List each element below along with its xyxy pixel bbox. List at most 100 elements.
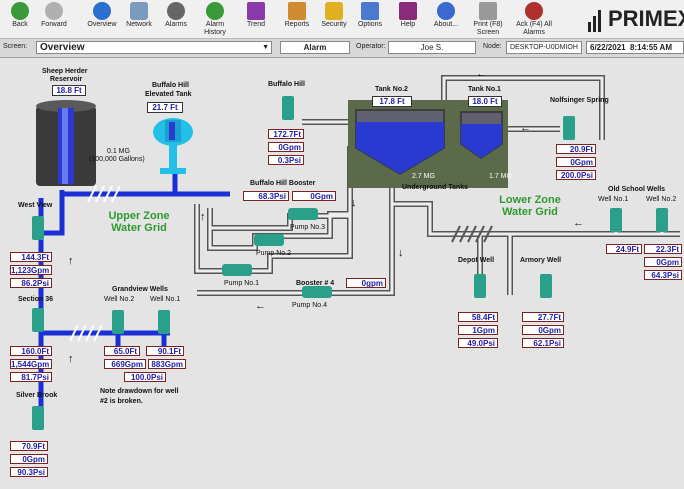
overview-button[interactable]: Overview [84,2,120,36]
section36-flow: 1,544Gpm [10,359,52,369]
depot-well-title: Depot Well [458,257,495,264]
flow-arrow-left-icon: ← [520,122,531,134]
pump-no2-label: Pump No.2 [256,250,292,257]
tank1-capacity: 1.7 MG [489,173,512,180]
depot-well-pressure: 49.0Psi [458,338,498,348]
grandview-well2-level: 65.0Ft [104,346,140,356]
tank2-level: 17.8 Ft [372,96,412,107]
chevron-down-icon: ▼ [262,44,269,51]
buffalo-hill-well-level: 172.7Ft [268,129,304,139]
old-school-wells-title: Old School Wells [608,186,666,193]
buffalo-hill-tank-subtitle: Elevated Tank [145,91,192,98]
grandview-well2-pump[interactable] [112,310,124,334]
logo-text: PRIMEX [608,6,684,31]
booster-flow: 0Gpm [292,191,336,201]
alarms-button[interactable]: Alarms [158,2,194,36]
trend-icon [247,2,265,20]
pump-no4[interactable] [302,286,332,298]
pump-no2[interactable] [254,234,284,246]
upper-zone-label: Upper Zone Water Grid [104,210,174,234]
reports-icon [288,2,306,20]
print-screen-button[interactable]: Print (F8) Screen [468,2,508,36]
old-school-well2-level: 22.3Ft [644,244,682,254]
grandview-pressure: 100.0Psi [124,372,166,382]
section36-level: 160.0Ft [10,346,52,356]
silver-brook-level: 70.9Ft [10,441,48,451]
booster4-flow: 0gpm [346,278,386,288]
help-button[interactable]: Help [390,2,426,36]
flow-arrow-left-icon: ← [255,300,266,312]
grandview-well2-flow: 669Gpm [104,359,146,369]
node-field: DESKTOP-U0DMIOH [506,41,582,54]
buffalo-hill-well-pump[interactable] [282,96,294,120]
datetime-field: 6/22/2021 8:14:55 AM [586,41,684,54]
ack-all-alarms-button[interactable]: Ack (F4) All Alarms [512,2,556,36]
time-value: 8:14:55 AM [630,43,672,52]
section36-pump[interactable] [32,308,44,332]
nolfsinger-flow: 0Gpm [556,157,596,167]
old-school-well1-label: Well No.1 [598,196,629,203]
alarm-indicator-label: Alarm [303,43,327,52]
old-school-well2-pump[interactable] [656,208,668,232]
grandview-well1-flow: 883Gpm [148,359,186,369]
buffalo-hill-tank-level: 21.7 Ft [147,102,183,113]
globe-icon [93,2,111,20]
pipe-network [36,75,680,428]
scada-overview-canvas: ← ← ↓ ↓ ↑ ← ← ↑ ↑ Sheep Herder Reservoir… [0,58,684,489]
armory-well-pressure: 62.1Psi [522,338,564,348]
print-icon [479,2,497,20]
alarm-history-icon [206,2,224,20]
tank1-level: 18.0 Ft [468,96,502,107]
network-button[interactable]: Network [121,2,157,36]
nolfsinger-pressure: 200.0Psi [556,170,596,180]
silver-brook-pressure: 90.3Psi [10,467,48,477]
flow-arrow-up-icon: ↑ [68,255,74,267]
booster-pressure: 68.3Psi [243,191,289,201]
operator-value: Joe S. [420,43,444,52]
pump-no1-label: Pump No.1 [224,280,260,287]
back-button[interactable]: Back [2,2,38,36]
depot-well-level: 58.4Ft [458,312,498,322]
alarm-indicator[interactable]: Alarm [280,41,350,54]
security-button[interactable]: Security [316,2,352,36]
silver-brook-pump[interactable] [32,406,44,430]
reports-button[interactable]: Reports [279,2,315,36]
buffalo-hill-tank-title: Buffalo Hill [152,82,189,89]
west-view-pump[interactable] [32,216,44,240]
grandview-well1-label: Well No.1 [150,296,181,303]
lower-zone-label: Lower Zone Water Grid [492,194,568,218]
underground-tanks-label: Underground Tanks [402,184,468,191]
trend-button[interactable]: Trend [238,2,274,36]
buffalo-hill-tank-capacity: 0.1 MG [107,148,130,155]
nolfsinger-level: 20.9Ft [556,144,596,154]
depot-well-pump[interactable] [474,274,486,298]
silver-brook-title: Silver Brook [16,392,58,399]
sheep-herder-level: 18.8 Ft [52,85,86,96]
node-label: Node: [483,43,502,50]
pump-no1[interactable] [222,264,252,276]
flow-arrow-up-icon: ↑ [68,353,74,365]
section36-pressure: 81.7Psi [10,372,52,382]
nolfsinger-spring-pump[interactable] [563,116,575,140]
grandview-well1-pump[interactable] [158,310,170,334]
screen-select[interactable]: Overview ▼ [36,41,272,54]
old-school-well1-pump[interactable] [610,208,622,232]
flow-arrow-left-icon: ← [476,68,487,80]
section36-title: Section 36 [18,296,54,303]
upper-zone-line1: Upper Zone [108,210,170,222]
about-button[interactable]: About... [428,2,464,36]
flow-arrow-down-icon: ↓ [351,197,357,209]
tank2-capacity: 2.7 MG [412,173,435,180]
forward-button[interactable]: Forward [36,2,72,36]
grandview-well1-level: 90.1Ft [146,346,184,356]
pump-no3[interactable] [288,208,318,220]
nolfsinger-spring-title: Nolfsinger Spring [550,97,609,104]
alarm-history-button[interactable]: Alarm History [197,2,233,36]
options-button[interactable]: Options [352,2,388,36]
toolbar: Back Forward Overview Network Alarms Ala… [0,0,684,39]
armory-well-pump[interactable] [540,274,552,298]
pump-no3-label: Pump No.3 [290,224,326,231]
ack-alarms-icon [525,2,543,20]
tank2-title: Tank No.2 [375,86,408,93]
screen-label: Screen: [3,43,28,50]
